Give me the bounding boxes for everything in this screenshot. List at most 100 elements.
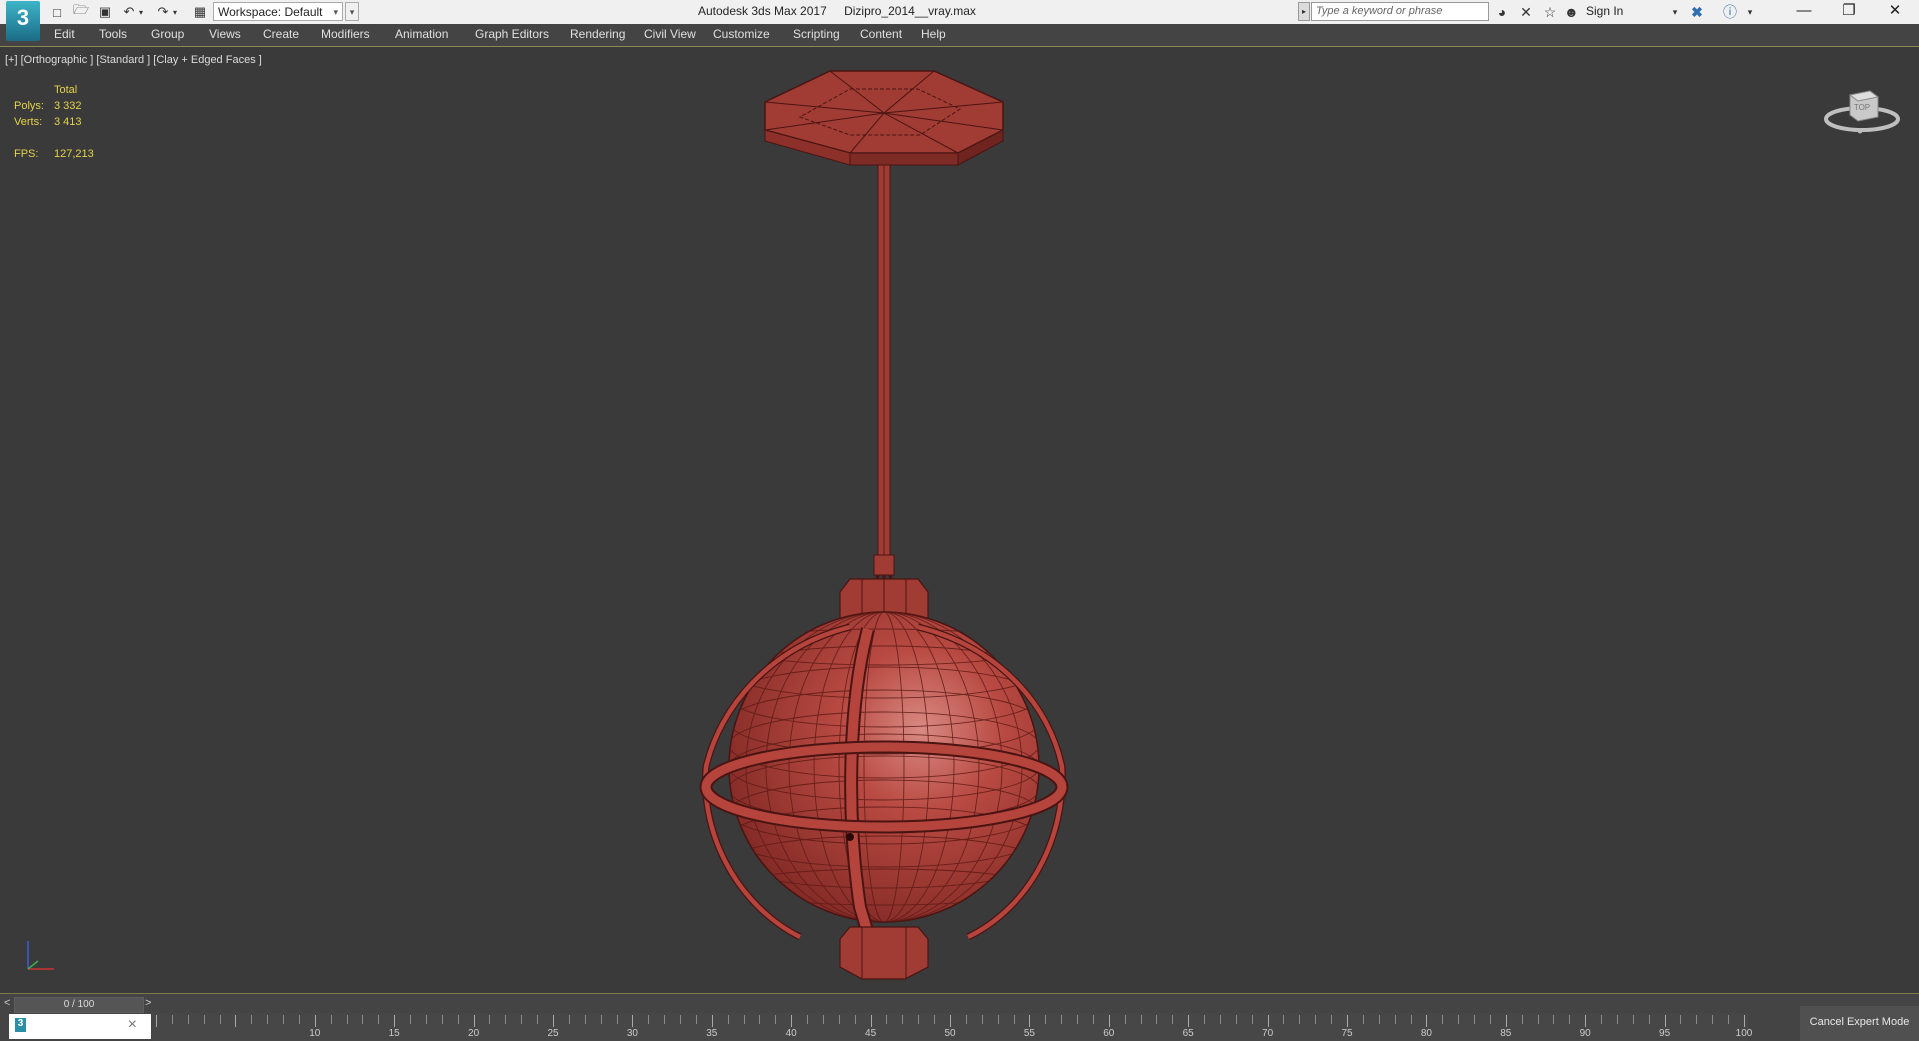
ruler-tick [1061,1015,1063,1024]
pendant-lamp-model[interactable] [0,47,1919,994]
project-folder-icon[interactable]: ▦ [191,3,209,21]
ruler-tick [648,1015,650,1024]
ruler-tick-label: 20 [468,1028,480,1039]
ruler-tick [870,1015,872,1027]
ruler-tick [1601,1015,1603,1024]
suspension-rod [870,164,898,609]
ruler-tick [807,1015,809,1024]
ruler-tick [219,1015,221,1024]
ruler-tick [1362,1015,1364,1024]
ruler-tick-label: 75 [1341,1028,1353,1039]
ruler-tick [1505,1015,1507,1027]
ruler-tick [1029,1015,1031,1027]
search-expand-icon[interactable]: ▸ [1298,2,1310,21]
track-bar-ruler[interactable]: 10 15 20 25 30 35 40 45 50 55 60 65 70 75 80 85 90 95 100 [152,1013,1752,1041]
new-file-icon[interactable]: □ [48,3,66,21]
ruler-tick [1251,1015,1253,1024]
ruler-tick [267,1015,269,1024]
ruler-tick [330,1015,332,1024]
open-file-icon[interactable]: 🗁 [72,2,90,21]
close-button[interactable]: ✕ [1872,0,1918,24]
ceiling-canopy [764,70,1004,166]
title-bar: 3 □ 🗁 ▣ ↶ ▾ ↷ ▾ ▦ Workspace: Default ▾ ▾… [0,0,1919,41]
axis-tripod-icon [27,941,54,970]
ruler-tick [521,1015,523,1024]
ruler-tick-label: 50 [944,1028,956,1039]
ruler-tick [1489,1015,1491,1024]
undo-dropdown-icon[interactable]: ▾ [136,3,146,21]
ruler-tick [203,1015,205,1024]
close-icon[interactable]: × [128,1016,137,1034]
ruler-tick [1077,1015,1079,1024]
ruler-tick [187,1015,189,1024]
sign-in-dropdown-icon[interactable]: ▾ [1666,3,1684,21]
ruler-tick [1013,1015,1015,1024]
ruler-tick [822,1015,824,1024]
help-dropdown-icon[interactable]: ▾ [1741,3,1759,21]
restore-button[interactable]: ❐ [1826,0,1872,24]
ruler-tick-label: 35 [706,1028,718,1039]
redo-dropdown-icon[interactable]: ▾ [170,3,180,21]
ruler-tick [854,1015,856,1024]
ruler-tick [902,1015,904,1024]
ruler-tick [950,1015,951,1027]
favorites-star-icon[interactable]: ☆ [1541,3,1559,21]
workspace-menu-icon[interactable]: ▾ [345,2,359,21]
ruler-tick-label: 45 [865,1028,877,1039]
next-frame-button[interactable]: > [145,997,151,1009]
menu-scripting[interactable]: Scripting [793,27,840,41]
ruler-tick-label: 15 [388,1028,400,1039]
ruler-tick [1648,1015,1650,1024]
menu-group[interactable]: Group [151,27,184,41]
ruler-tick [711,1015,713,1027]
ruler-tick [695,1015,697,1024]
prev-frame-button[interactable]: < [4,997,10,1009]
minimize-button[interactable]: — [1781,0,1827,24]
binoculars-icon[interactable]: ◕ [1493,3,1511,21]
ruler-tick [1394,1015,1396,1024]
save-icon[interactable]: ▣ [96,3,114,21]
viewcube-navigation-icon[interactable]: TOP [1822,77,1902,137]
ruler-tick-label: 30 [626,1028,638,1039]
ruler-tick [251,1015,253,1024]
viewport[interactable]: [+] [Orthographic ] [Standard ] [Clay + … [0,46,1919,994]
ruler-tick [378,1015,380,1024]
ruler-tick [664,1015,666,1024]
ruler-tick [171,1015,173,1024]
sign-in-button[interactable]: Sign In [1586,4,1623,18]
ruler-tick [568,1015,570,1024]
menu-customize[interactable]: Customize [713,27,770,41]
menu-animation[interactable]: Animation [395,27,448,41]
menu-graph-editors[interactable]: Graph Editors [475,27,549,41]
menu-rendering[interactable]: Rendering [570,27,625,41]
time-slider[interactable]: 0 / 100 [14,997,144,1013]
ruler-tick-label: 65 [1182,1028,1194,1039]
menu-civil-view[interactable]: Civil View [644,27,696,41]
ruler-tick [1553,1015,1555,1024]
ruler-tick [235,1015,237,1027]
help-icon[interactable]: ⓘ [1721,3,1739,21]
exchange-apps-icon[interactable]: ✖ [1688,3,1706,21]
menu-tools[interactable]: Tools [99,27,127,41]
ruler-tick [1744,1015,1745,1027]
ruler-tick-label: 95 [1659,1028,1671,1039]
cancel-expert-mode-button[interactable]: Cancel Expert Mode [1800,1006,1919,1041]
menu-modifiers[interactable]: Modifiers [321,27,370,41]
communication-center-icon[interactable]: ✕ [1517,3,1535,21]
file-name: Dizipro_2014__vray.max [844,4,976,18]
menu-views[interactable]: Views [209,27,241,41]
menu-create[interactable]: Create [263,27,299,41]
menu-help[interactable]: Help [921,27,946,41]
menu-content[interactable]: Content [860,27,902,41]
workspace-dropdown[interactable]: Workspace: Default ▾ [213,2,343,21]
search-input[interactable]: Type a keyword or phrase [1311,2,1489,21]
ruler-tick [156,1015,157,1027]
ruler-tick [1458,1015,1460,1024]
ruler-tick [727,1015,729,1024]
ruler-tick [1140,1015,1142,1024]
menu-edit[interactable]: Edit [54,27,75,41]
ruler-tick [298,1015,300,1024]
app-logo-icon[interactable]: 3 [6,1,40,41]
mini-listener[interactable]: 3 × [9,1014,151,1039]
ruler-tick [537,1015,539,1024]
